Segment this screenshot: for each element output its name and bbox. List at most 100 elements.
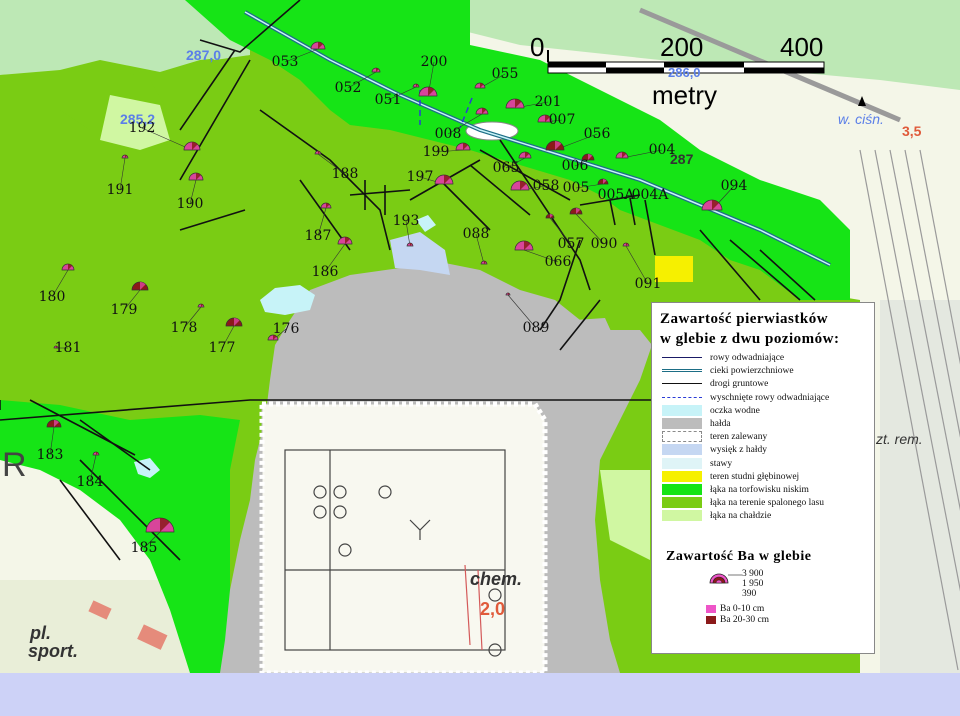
- legend: Zawartość pierwiastków w glebie z dwu po…: [651, 302, 875, 654]
- legend-item: teren zalewany: [662, 430, 872, 444]
- legend-symbol: [662, 369, 702, 373]
- legend-symbol: [662, 404, 702, 416]
- topo-label-elevation: 286,0: [668, 65, 701, 80]
- legend-item-label: łąka na torfowisku niskim: [710, 485, 809, 495]
- legend-item-label: rowy odwadniające: [710, 353, 785, 363]
- ba-value-high: 3 900: [742, 569, 764, 579]
- map-viewer: 287,0 285,2 286,0 287 w. ciśn. 3,5 zt. r…: [0, 0, 960, 716]
- sample-label-088: 088: [462, 226, 490, 242]
- legend-symbol: [662, 431, 702, 443]
- sample-label-188: 188: [331, 166, 359, 182]
- sample-label-186: 186: [311, 264, 339, 280]
- topo-label-water-tower: w. ciśn.: [838, 111, 884, 127]
- sample-label-177: 177: [208, 340, 236, 356]
- legend-symbol: [662, 418, 702, 429]
- legend-title: Zawartość pierwiastków w glebie z dwu po…: [660, 309, 840, 349]
- sample-label-008: 008: [434, 126, 462, 142]
- legend-symbol: [662, 396, 702, 398]
- legend-item-label: cieki powierzchniowe: [710, 366, 794, 377]
- sample-label-057: 057: [557, 236, 585, 252]
- ba-swatch-0-10: [706, 605, 716, 613]
- legend-item: łąka na torfowisku niskim: [662, 483, 872, 497]
- sample-label-200: 200: [420, 54, 448, 70]
- topo-label-chem: chem.: [470, 569, 523, 589]
- sample-label-004: 004: [648, 142, 676, 158]
- sample-label-176: 176: [272, 321, 300, 337]
- sample-label-190: 190: [176, 196, 204, 212]
- ba-value-mid: 1 950: [742, 579, 764, 589]
- legend-item: drogi gruntowe: [662, 377, 872, 391]
- legend-item: wyschnięte rowy odwadniające: [662, 391, 872, 405]
- sample-label-179: 179: [110, 302, 138, 318]
- sample-label-089: 089: [522, 320, 550, 336]
- legend-item-label: stawy: [710, 458, 733, 469]
- legend-item: wysięk z hałdy: [662, 443, 872, 457]
- topo-label-sport: pl.: [30, 623, 51, 643]
- scale-tick-0: 0: [530, 32, 545, 62]
- legend-symbol: [662, 357, 702, 358]
- sample-label-051: 051: [374, 92, 402, 108]
- sample-label-180: 180: [38, 289, 66, 305]
- ba-swatch-20-30: [706, 616, 716, 624]
- sample-label-199: 199: [422, 144, 450, 160]
- sample-label-005A: 005A: [597, 187, 635, 203]
- ba-label-20-30: Ba 20-30 cm: [720, 615, 770, 625]
- legend-item-label: teren studni głębinowej: [710, 471, 800, 482]
- ba-size-icon: [709, 573, 742, 584]
- scale-unit: metry: [652, 80, 717, 110]
- sample-label-193: 193: [392, 213, 420, 229]
- sample-label-178: 178: [170, 320, 198, 336]
- legend-symbol: [662, 444, 702, 456]
- sample-label-184: 184: [76, 474, 104, 490]
- sample-label-065: 065: [492, 160, 520, 176]
- sample-label-066: 066: [544, 254, 572, 270]
- legend-item: łąka na chałdzie: [662, 509, 872, 523]
- bottom-bar: [0, 673, 960, 716]
- legend-item: cieki powierzchniowe: [662, 364, 872, 378]
- sample-label-006: 006: [561, 158, 589, 174]
- legend-item-label: łąka na chałdzie: [710, 511, 772, 522]
- sample-label-004A: 004A: [631, 187, 669, 203]
- sample-label-185: 185: [130, 540, 158, 556]
- sample-label-090: 090: [590, 236, 618, 252]
- legend-item-label: drogi gruntowe: [710, 379, 769, 390]
- sample-label-053: 053: [271, 54, 299, 70]
- sample-label-091: 091: [634, 276, 662, 292]
- scale-tick-400: 400: [780, 32, 824, 62]
- legend-item-label: oczka wodne: [710, 405, 760, 416]
- legend-title-line1: Zawartość pierwiastków: [660, 311, 829, 327]
- sample-label-058: 058: [532, 178, 560, 194]
- sample-label-192: 192: [128, 120, 156, 136]
- ba-label-0-10: Ba 0-10 cm: [720, 604, 765, 614]
- topo-label-height: 2,0: [480, 599, 506, 619]
- topo-label-height: 3,5: [902, 123, 922, 139]
- ba-legend-title: Zawartość Ba w glebie: [666, 549, 812, 564]
- legend-symbol: [662, 457, 702, 469]
- legend-symbol: [662, 470, 702, 482]
- sample-label-055: 055: [491, 66, 519, 82]
- industrial-plant: [261, 403, 546, 674]
- sample-label-183: 183: [36, 447, 64, 463]
- sample-label-005: 005: [562, 180, 590, 196]
- sample-label-201: 201: [534, 94, 562, 110]
- sample-label-094: 094: [720, 178, 748, 194]
- topo-label-repair: zt. rem.: [876, 431, 923, 447]
- legend-item: oczka wodne: [662, 404, 872, 418]
- legend-item: łąka na terenie spalonego lasu: [662, 496, 872, 510]
- ba-value-low: 390: [742, 589, 757, 599]
- sample-label-181: 181: [54, 340, 82, 356]
- legend-item-label: wyschnięte rowy odwadniające: [710, 392, 830, 403]
- sample-label-197: 197: [406, 169, 434, 185]
- legend-symbol: [662, 497, 702, 509]
- topo-label-sport: sport.: [28, 641, 79, 661]
- topo-label-elevation: 287,0: [186, 47, 222, 63]
- legend-item-label: hałda: [710, 419, 731, 429]
- legend-item: rowy odwadniające: [662, 351, 872, 365]
- sample-label-007: 007: [548, 112, 576, 128]
- legend-item-label: łąka na terenie spalonego lasu: [710, 498, 824, 509]
- legend-symbol: [662, 383, 702, 385]
- legend-item-label: wysięk z hałdy: [710, 445, 767, 456]
- topo-label-r: R: [2, 446, 27, 484]
- legend-symbol: [662, 484, 702, 495]
- legend-item: hałda: [662, 417, 872, 431]
